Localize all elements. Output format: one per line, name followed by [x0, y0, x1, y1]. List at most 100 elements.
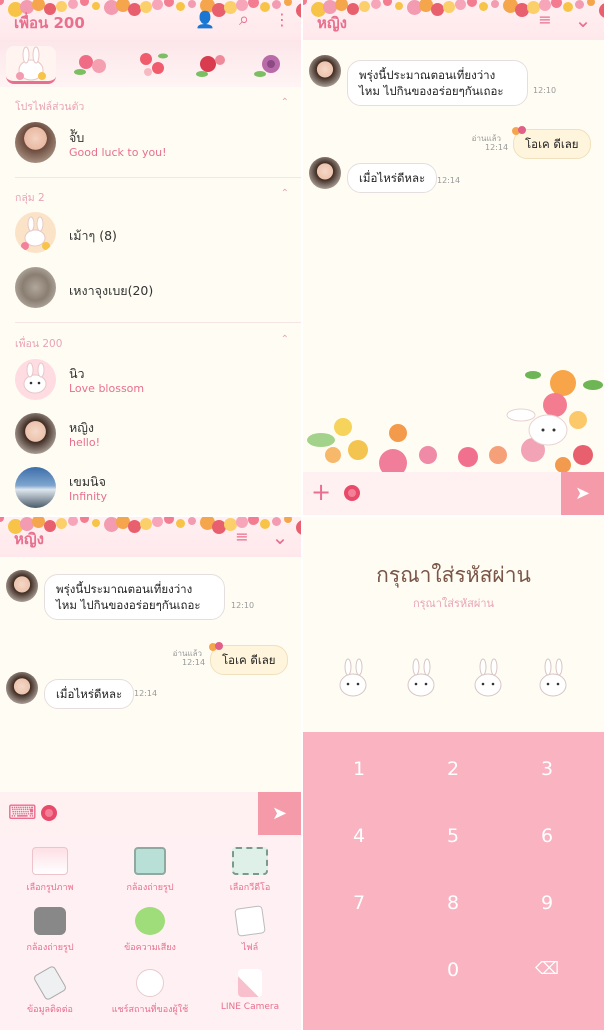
chevron-down-icon[interactable]: ⌄ [270, 527, 290, 547]
key-3[interactable]: 3 [517, 758, 577, 780]
profile-status: Good luck to you! [69, 146, 167, 159]
flower-decoration [359, 1, 370, 12]
send-button[interactable]: ➤ [561, 472, 604, 515]
send-button[interactable]: ➤ [258, 792, 301, 835]
flower-decoration [260, 2, 270, 12]
video-camera-icon [34, 907, 66, 935]
search-icon[interactable]: ⌕ [234, 10, 254, 30]
flower-decoration [80, 0, 89, 6]
tab-flower-2[interactable] [128, 46, 178, 84]
menu-item-photo[interactable]: เลือกรูปภาพ [0, 847, 100, 894]
menu-item-line-camera[interactable]: LINE Camera [200, 969, 300, 1012]
key-2[interactable]: 2 [423, 758, 483, 780]
keyboard-icon[interactable]: ⌨ [8, 800, 37, 824]
chat-title: หญิง [14, 530, 44, 548]
page-title: เพื่อน 200 [14, 14, 85, 32]
flower-decoration [188, 517, 196, 525]
avatar[interactable] [15, 267, 56, 308]
menu-item-location[interactable]: แชร์สถานที่ของผู้ใช้ [100, 969, 200, 1016]
friend-name[interactable]: หญิง [69, 418, 94, 438]
flower-icon [209, 642, 223, 651]
key-9[interactable]: 9 [517, 892, 577, 914]
message-time: 12:10 [533, 86, 557, 95]
video-icon [232, 847, 268, 875]
avatar[interactable] [15, 359, 56, 400]
menu-icon[interactable]: ≡ [535, 10, 555, 30]
avatar[interactable] [309, 157, 341, 189]
backspace-icon[interactable]: ⌫ [517, 959, 577, 979]
friend-status: Infinity [69, 490, 107, 503]
contact-icon [32, 964, 68, 1002]
key-7[interactable]: 7 [329, 892, 389, 914]
chevron-up-icon[interactable]: ⌃ [281, 334, 289, 345]
menu-icon[interactable]: ≡ [232, 527, 252, 547]
message-time: 12:10 [231, 601, 255, 610]
flower-decoration [140, 1, 152, 13]
divider [15, 177, 301, 178]
flower-border [303, 0, 604, 22]
avatar[interactable] [309, 55, 341, 87]
group-name[interactable]: เหงาจุงเบย(20) [69, 281, 153, 301]
menu-item-file[interactable]: ไฟล์ [200, 905, 300, 954]
profile-name[interactable]: จ๊ับ [69, 128, 84, 148]
key-5[interactable]: 5 [423, 825, 483, 847]
key-0[interactable]: 0 [423, 959, 483, 981]
friend-name[interactable]: เขมนิจ [69, 472, 106, 492]
section-friends: เพื่อน 200 [15, 338, 63, 350]
menu-item-video[interactable]: เลือกวีดีโอ [200, 847, 300, 894]
flower-decoration [140, 518, 152, 530]
flower-decoration [176, 2, 185, 11]
group-name[interactable]: เม้าๆ (8) [69, 226, 117, 246]
avatar[interactable] [15, 413, 56, 454]
flower-border [0, 517, 301, 539]
menu-item-voice[interactable]: ข้อความเสียง [100, 907, 200, 954]
location-bunny-icon [136, 969, 164, 997]
flower-decoration [347, 3, 359, 15]
tab-bunny-profile[interactable] [6, 46, 56, 84]
flower-decoration [260, 519, 270, 529]
plus-icon[interactable]: + [311, 479, 331, 505]
flower-decoration [152, 0, 163, 10]
chevron-down-icon[interactable]: ⌄ [573, 10, 593, 30]
tab-flower-4[interactable] [246, 46, 296, 84]
chevron-up-icon[interactable]: ⌃ [281, 97, 289, 108]
message-input-bar: + ➤ [303, 472, 604, 515]
avatar[interactable] [6, 672, 38, 704]
tab-flower-1[interactable] [68, 46, 118, 84]
flower-decoration [551, 0, 562, 8]
message-time: 12:14 [182, 658, 206, 667]
avatar[interactable] [15, 122, 56, 163]
sticker-icon[interactable] [343, 484, 361, 502]
chevron-up-icon[interactable]: ⌃ [281, 188, 289, 199]
more-icon[interactable]: ⋮ [272, 10, 292, 30]
key-6[interactable]: 6 [517, 825, 577, 847]
bunny-icon [21, 216, 50, 250]
friend-name[interactable]: นิว [69, 364, 85, 384]
avatar[interactable] [6, 570, 38, 602]
avatar[interactable] [15, 212, 56, 253]
tab-flower-3[interactable] [188, 46, 238, 84]
menu-item-camera[interactable]: กล้องถ่ายรูป [100, 847, 200, 894]
add-friend-icon[interactable]: 👤 [195, 10, 215, 30]
sticker-icon[interactable] [40, 804, 58, 822]
flower-icon [74, 55, 106, 75]
flower-decoration [455, 0, 466, 10]
bunny-icon [539, 658, 567, 697]
flower-decoration [92, 519, 100, 527]
message-time: 12:14 [437, 176, 461, 185]
camera-icon [134, 847, 166, 875]
photo-icon [32, 847, 68, 875]
key-8[interactable]: 8 [423, 892, 483, 914]
key-4[interactable]: 4 [329, 825, 389, 847]
avatar[interactable] [15, 467, 56, 508]
flower-decoration [383, 0, 392, 6]
chat-title: หญิง [317, 14, 347, 32]
menu-item-video-camera[interactable]: กล้องถ่ายรูป [0, 907, 100, 954]
flower-decoration [188, 0, 196, 8]
message-time: 12:14 [485, 143, 509, 152]
key-1[interactable]: 1 [329, 758, 389, 780]
message-bubble: เมื่อไหร่ดีหละ [347, 163, 438, 193]
flower-decoration [467, 0, 477, 7]
attachment-menu: เลือกรูปภาพ กล้องถ่ายรูป เลือกวีดีโอ กล้… [0, 835, 301, 1030]
menu-item-contact[interactable]: ข้อมูลติดต่อ [0, 964, 100, 1016]
